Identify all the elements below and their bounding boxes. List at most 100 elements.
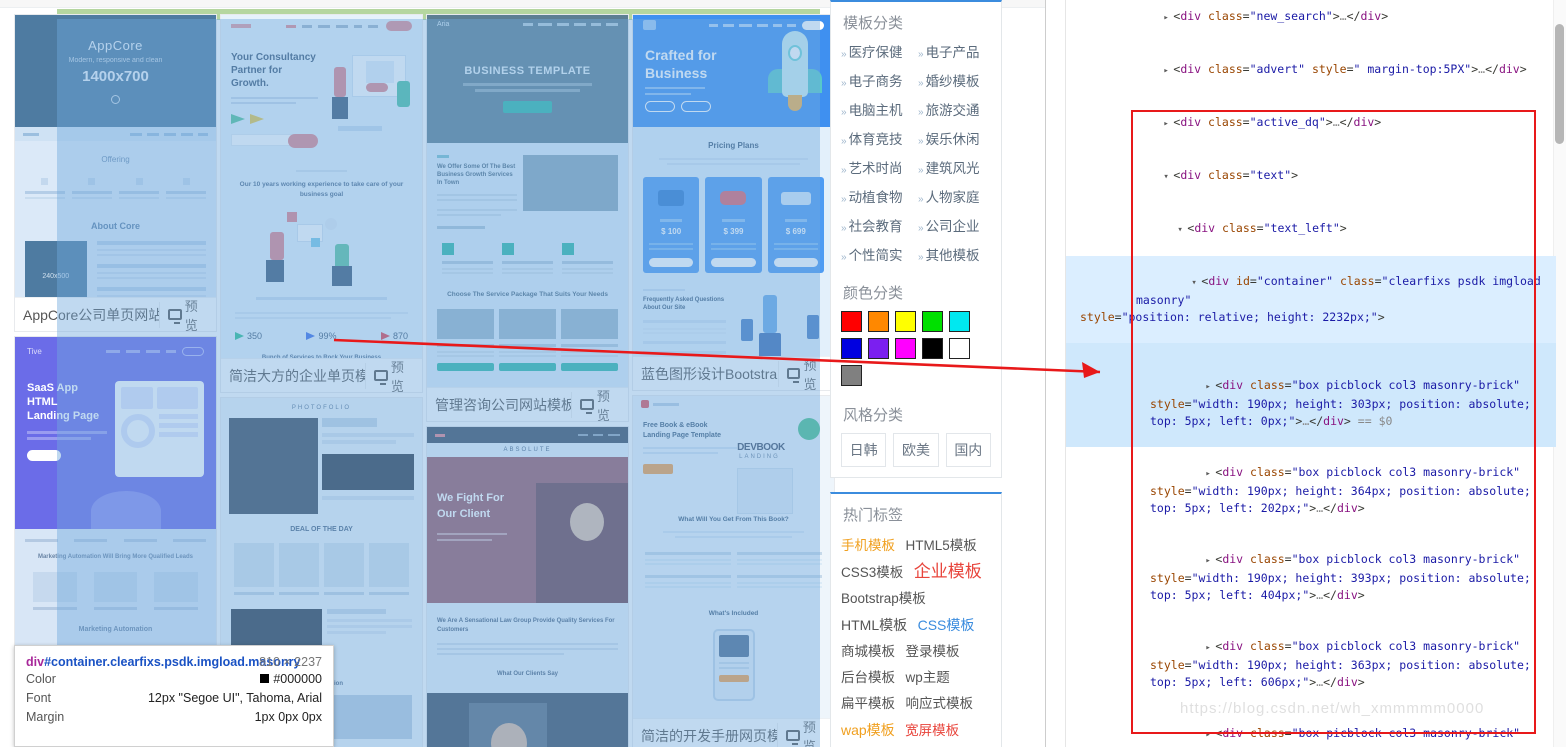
dom-node-brick[interactable]: ▸ <div class="box picblock col3 masonry-b…	[1066, 708, 1556, 747]
hot-tag[interactable]: 宽屏模板	[905, 718, 959, 744]
hot-tag[interactable]: 企业模板	[914, 559, 982, 585]
dom-node[interactable]: ▸ <div class="advert" style=" margin-top:…	[1066, 44, 1556, 97]
template-thumbnail: Tive SaaS App HTML Landing Page Marketin…	[15, 337, 216, 697]
category-link[interactable]: » 个性简实	[841, 244, 914, 264]
dom-node[interactable]: ▸ <div class="active_dq">…</div>	[1066, 97, 1556, 150]
color-swatch[interactable]	[841, 365, 862, 386]
hot-tag[interactable]: 扁平模板	[841, 691, 895, 717]
category-link[interactable]: » 建筑风光	[918, 157, 991, 177]
category-link[interactable]: » 社会教育	[841, 215, 914, 235]
hot-tag[interactable]: 后台模板	[841, 665, 895, 691]
category-link[interactable]: » 医疗保健	[841, 41, 914, 61]
expand-triangle-icon[interactable]: ▸	[1163, 63, 1173, 80]
thumb-brand: ABSOLUTE	[503, 447, 552, 453]
category-link[interactable]: » 体育竞技	[841, 128, 914, 148]
style-button[interactable]: 日韩	[841, 433, 887, 467]
template-card[interactable]: Aria BUSINESS TEMPLATE We Offer Some Of …	[426, 14, 629, 422]
category-link[interactable]: » 艺术时尚	[841, 157, 914, 177]
tooltip-row-font: Font 12px "Segoe UI", Tahoma, Arial	[26, 689, 322, 708]
thumb-hero-title: SaaS App HTML	[27, 382, 78, 408]
preview-button[interactable]: 预览	[777, 720, 828, 747]
collapse-triangle-icon[interactable]: ▾	[1163, 169, 1173, 186]
template-card[interactable]: ABSOLUTE We Fight For Our Client We Are …	[426, 426, 629, 747]
preview-label: 预览	[802, 719, 816, 747]
hot-tag[interactable]: 登录模板	[905, 639, 959, 665]
expand-triangle-icon[interactable]: ▸	[1163, 116, 1173, 133]
hot-tag[interactable]: wp主题	[905, 665, 949, 691]
hot-tag[interactable]: 响应式模板	[905, 691, 973, 717]
collapse-triangle-icon[interactable]: ▾	[1191, 275, 1201, 292]
category-label: 人物家庭	[925, 190, 980, 205]
thumb-section-a: Marketing Automation Will Bring More Qua…	[37, 554, 194, 560]
category-label: 体育竞技	[848, 132, 903, 147]
color-swatch[interactable]	[895, 338, 916, 359]
hot-tag[interactable]: CSS模板	[918, 612, 975, 638]
expand-triangle-icon[interactable]: ▸	[1205, 640, 1215, 657]
devtools-dom-tree[interactable]: ▸ <div class="new_search">…</div> ▸ <div c…	[1066, 0, 1556, 747]
color-swatch[interactable]	[841, 338, 862, 359]
hot-tag[interactable]: HTML模板	[841, 612, 907, 638]
panel-title-hot-tags: 热门标签	[843, 507, 904, 524]
dom-node[interactable]: ▸ <div class="new_search">…</div>	[1066, 0, 1556, 44]
hot-tag[interactable]: CSS3模板	[841, 560, 903, 586]
chevron-right-icon: »	[841, 165, 847, 176]
category-label: 其他模板	[925, 248, 980, 263]
devtools-scrollbar-thumb[interactable]	[1555, 24, 1564, 144]
color-swatch[interactable]	[868, 338, 889, 359]
site-right-sidebar: 模板分类 » 医疗保健 » 电子产品 » 电子商务 » 婚纱模板 » 电脑主机 » 旅游交通…	[830, 0, 1002, 747]
category-link[interactable]: » 娱乐休闲	[918, 128, 991, 148]
thumb-section-b: DEAL OF THE DAY	[290, 526, 353, 533]
color-swatch[interactable]	[949, 311, 970, 332]
hot-tag[interactable]: Bootstrap模板	[841, 586, 926, 612]
preview-button[interactable]: 预览	[778, 358, 828, 390]
category-link[interactable]: » 公司企业	[918, 215, 991, 235]
color-swatch[interactable]	[922, 338, 943, 359]
category-link[interactable]: » 电脑主机	[841, 99, 914, 119]
color-swatch[interactable]	[949, 338, 970, 359]
color-swatch[interactable]	[895, 311, 916, 332]
expand-triangle-icon[interactable]: ▸	[1205, 727, 1215, 744]
category-link[interactable]: » 动植食物	[841, 186, 914, 206]
expand-triangle-icon[interactable]: ▸	[1205, 553, 1215, 570]
dom-node-brick[interactable]: ▸ <div class="box picblock col3 masonry-b…	[1066, 447, 1556, 534]
category-link[interactable]: » 电子产品	[918, 41, 991, 61]
color-swatch[interactable]	[922, 311, 943, 332]
hot-tag[interactable]: wap模板	[841, 717, 895, 743]
preview-label: 预览	[390, 359, 404, 393]
thumb-section-a: Offering	[101, 155, 130, 164]
hot-tag[interactable]: 手机模板	[841, 533, 895, 559]
dom-node-container[interactable]: ▾ <div id="container" class="clearfixs ps…	[1066, 256, 1556, 343]
category-link[interactable]: » 婚纱模板	[918, 70, 991, 90]
collapse-triangle-icon[interactable]: ▾	[1177, 222, 1187, 239]
template-card[interactable]: Crafted for Business Pricing Plans $ 100…	[632, 14, 835, 391]
expand-triangle-icon[interactable]: ▸	[1205, 466, 1215, 483]
devtools-elements-panel[interactable]: ▸ <div class="new_search">…</div> ▸ <div c…	[1045, 0, 1566, 747]
style-button[interactable]: 国内	[945, 433, 991, 467]
dom-node-brick[interactable]: ▸ <div class="box picblock col3 masonry-b…	[1066, 621, 1556, 708]
category-link[interactable]: » 其他模板	[918, 244, 991, 264]
style-button[interactable]: 欧美	[893, 433, 939, 467]
expand-triangle-icon[interactable]: ▸	[1205, 379, 1215, 396]
preview-button[interactable]: 预览	[571, 389, 622, 421]
category-link[interactable]: » 电子商务	[841, 70, 914, 90]
color-swatch[interactable]	[868, 311, 889, 332]
dom-node[interactable]: ▾ <div class="text">	[1066, 150, 1556, 203]
hot-tag[interactable]: 商城模板	[841, 639, 895, 665]
dom-node-brick[interactable]: ··· ▸<div class="box picblock col3 mason…	[1066, 343, 1556, 447]
hot-tag[interactable]: HTML5模板	[905, 533, 976, 559]
hot-tag-list: 手机模板 HTML5模板 CSS3模板 企业模板 Bootstrap模板 HTM…	[841, 533, 991, 747]
dom-node[interactable]: ▾ <div class="text_left">	[1066, 203, 1556, 256]
preview-button[interactable]: 预览	[365, 360, 416, 392]
chevron-right-icon: »	[918, 223, 924, 234]
preview-button[interactable]: 预览	[159, 299, 210, 331]
dom-node-brick[interactable]: ▸ <div class="box picblock col3 masonry-b…	[1066, 534, 1556, 621]
template-card[interactable]: Your Consultancy Partner for Growth. Our…	[220, 14, 423, 393]
template-card[interactable]: AppCore Modern, responsive and clean 140…	[14, 14, 217, 332]
category-link[interactable]: » 人物家庭	[918, 186, 991, 206]
template-card[interactable]: Free Book & eBook Landing Page Template …	[632, 395, 835, 747]
color-swatch[interactable]	[841, 311, 862, 332]
category-link[interactable]: » 旅游交通	[918, 99, 991, 119]
expand-triangle-icon[interactable]: ▸	[1163, 10, 1173, 27]
inspected-page-viewport[interactable]: AppCore Modern, responsive and clean 140…	[0, 0, 1045, 747]
template-title: 简洁大方的企业单页模	[229, 367, 366, 384]
